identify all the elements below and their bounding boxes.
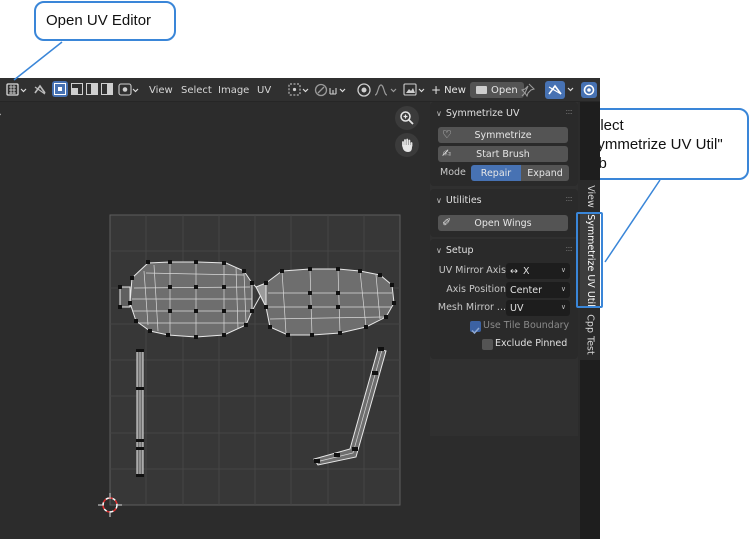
exclude-pinned-checkbox[interactable] xyxy=(482,339,493,350)
island-select-icon[interactable] xyxy=(99,81,115,97)
heart-icon: ♡ xyxy=(442,128,452,141)
uv-island-left-temple xyxy=(136,349,144,477)
editor-type-icon[interactable] xyxy=(6,81,28,99)
utilities-title: Utilities xyxy=(445,194,482,206)
symmetrize-uv-section: ∨ Symmetrize UV :::: ♡ Symmetrize ✍ Star… xyxy=(430,102,578,186)
mode-row: Mode Repair Expand xyxy=(430,165,578,181)
setup-header[interactable]: ∨ Setup :::: xyxy=(430,239,578,261)
open-wings-label: Open Wings xyxy=(474,217,532,229)
mode-repair-button[interactable]: Repair xyxy=(471,165,521,181)
chevron-down-icon: ∨ xyxy=(560,285,566,293)
axis-position-label: Axis Position xyxy=(446,284,506,295)
horizontal-arrows-icon: ↔ xyxy=(510,265,518,277)
utilities-section: ∨ Utilities :::: ✐ Open Wings xyxy=(430,189,578,237)
open-image-button[interactable]: Open xyxy=(470,82,524,98)
editor-header: View Select Image UV + New Open xyxy=(0,78,600,102)
axis-position-value: Center xyxy=(510,284,542,296)
mesh-mirror-dropdown[interactable]: UV ∨ xyxy=(506,300,570,316)
menu-view[interactable]: View xyxy=(149,83,173,97)
vertex-select-icon[interactable] xyxy=(52,81,68,97)
zoom-in-icon[interactable] xyxy=(395,106,419,130)
uv-mirror-axis-row: UV Mirror Axis ↔ X ∨ xyxy=(430,263,578,279)
proportional-icon[interactable] xyxy=(356,81,372,99)
image-browse-icon[interactable] xyxy=(403,81,427,99)
chevron-down-icon: ∨ xyxy=(560,266,566,274)
start-brush-button[interactable]: ✍ Start Brush xyxy=(438,146,568,162)
setup-title: Setup xyxy=(445,244,474,256)
tab-cpp-test-label: Cpp Test xyxy=(584,313,596,355)
callout-select-tab-line1: Select xyxy=(582,117,624,134)
uv-mirror-axis-value: X xyxy=(522,265,530,277)
brush-icon: ✍ xyxy=(442,147,452,160)
pin-icon[interactable] xyxy=(520,81,536,99)
callout-select-tab-line2: "Symmetrize UV Util" xyxy=(582,136,723,153)
use-tile-boundary-label: Use Tile Boundary xyxy=(483,320,570,331)
face-select-icon[interactable] xyxy=(84,81,100,97)
tab-view[interactable]: View xyxy=(580,180,600,212)
hand-icon[interactable] xyxy=(395,133,419,157)
gizmo-icon[interactable] xyxy=(544,81,578,99)
callout-select-tab-line3: tab xyxy=(582,154,747,173)
axis-position-dropdown[interactable]: Center ∨ xyxy=(506,282,570,298)
mode-expand-button[interactable]: Expand xyxy=(521,165,569,181)
menu-uv[interactable]: UV xyxy=(257,83,271,97)
new-image-button[interactable]: + New xyxy=(429,82,468,98)
sidebar-panel: ∨ Symmetrize UV :::: ♡ Symmetrize ✍ Star… xyxy=(430,102,578,436)
uv-mirror-axis-label: UV Mirror Axis xyxy=(438,265,506,276)
folder-icon xyxy=(476,86,487,94)
open-image-label: Open xyxy=(491,84,518,96)
tab-cpp-test[interactable]: Cpp Test xyxy=(580,308,600,360)
setup-section: ∨ Setup :::: UV Mirror Axis ↔ X ∨ Axis P… xyxy=(430,239,578,359)
drag-grip-icon[interactable]: :::: xyxy=(565,244,573,253)
chevron-down-icon: ∨ xyxy=(436,245,442,255)
sidebar-tabs: View Symmetrize UV Util Cpp Test xyxy=(580,102,600,539)
sticky-select-icon[interactable] xyxy=(118,81,140,99)
mesh-mirror-row: Mesh Mirror ... UV ∨ xyxy=(430,300,578,316)
utilities-header[interactable]: ∨ Utilities :::: xyxy=(430,189,578,211)
edge-select-icon[interactable] xyxy=(69,81,85,97)
exclude-pinned-label: Exclude Pinned xyxy=(495,338,568,349)
drag-grip-icon[interactable]: :::: xyxy=(565,194,573,203)
symmetrize-button[interactable]: ♡ Symmetrize xyxy=(438,127,568,143)
tab-symmetrize-uv-util-label: Symmetrize UV Util xyxy=(584,213,596,307)
tab-symmetrize-uv-util[interactable]: Symmetrize UV Util xyxy=(580,214,600,306)
wings-icon: ✐ xyxy=(442,216,452,229)
screenshot-root: Open UV Editor Select "Symmetrize UV Uti… xyxy=(0,0,750,539)
use-tile-boundary-checkbox[interactable] xyxy=(470,321,481,335)
new-image-label: New xyxy=(444,84,466,96)
uv-editor: View Select Image UV + New Open ∨ Symmet… xyxy=(0,78,600,539)
sync-icon[interactable] xyxy=(32,81,48,99)
symmetrize-uv-title: Symmetrize UV xyxy=(445,107,520,119)
chevron-down-icon: ∨ xyxy=(436,195,442,205)
menu-image[interactable]: Image xyxy=(218,83,249,97)
chevron-down-icon: ∨ xyxy=(436,108,442,118)
mesh-mirror-label: Mesh Mirror ... xyxy=(437,302,506,313)
mesh-mirror-value: UV xyxy=(510,302,524,314)
chevron-down-icon: ∨ xyxy=(560,303,566,311)
open-wings-button[interactable]: ✐ Open Wings xyxy=(438,215,568,231)
plus-icon: + xyxy=(431,83,442,97)
overlay-icon[interactable] xyxy=(581,81,597,99)
mode-label: Mode xyxy=(440,167,466,178)
collapse-arrow-icon: › xyxy=(0,110,2,120)
start-brush-label: Start Brush xyxy=(476,148,530,160)
symmetrize-label: Symmetrize xyxy=(474,129,532,141)
symmetrize-uv-header[interactable]: ∨ Symmetrize UV :::: xyxy=(430,102,578,124)
callout-open-uv-editor: Open UV Editor xyxy=(34,1,176,41)
pivot-icon[interactable] xyxy=(287,81,311,99)
uv-mirror-axis-dropdown[interactable]: ↔ X ∨ xyxy=(506,263,570,279)
axis-position-row: Axis Position Center ∨ xyxy=(430,282,578,298)
callout-open-uv-editor-text: Open UV Editor xyxy=(46,12,152,29)
snap-icon[interactable] xyxy=(314,81,352,99)
tab-view-label: View xyxy=(584,184,596,208)
falloff-icon[interactable] xyxy=(373,81,399,99)
menu-select[interactable]: Select xyxy=(181,83,212,97)
drag-grip-icon[interactable]: :::: xyxy=(565,107,573,116)
